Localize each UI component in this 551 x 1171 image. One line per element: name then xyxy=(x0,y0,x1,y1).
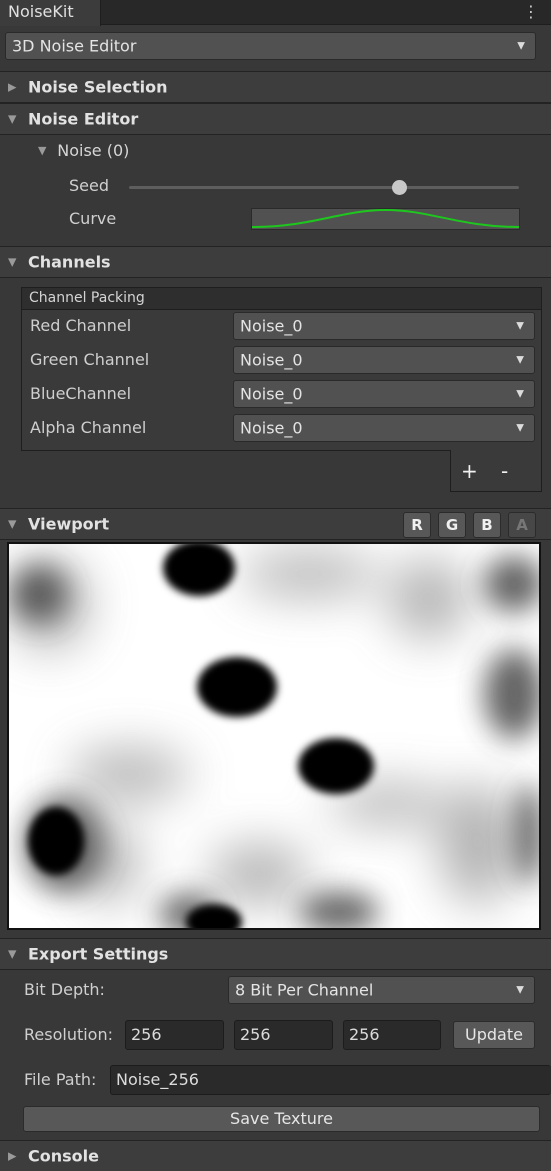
resolution-z-field[interactable]: 256 xyxy=(343,1020,441,1050)
red-channel-label: Red Channel xyxy=(30,316,132,335)
add-channel-button[interactable]: + xyxy=(461,459,478,483)
chevron-down-icon: ▼ xyxy=(516,422,524,434)
resolution-x-field[interactable]: 256 xyxy=(125,1020,224,1050)
chevron-down-icon: ▼ xyxy=(516,388,524,400)
blue-channel-dropdown[interactable]: Noise_0 ▼ xyxy=(233,380,535,408)
resolution-label: Resolution: xyxy=(24,1025,113,1044)
green-channel-dropdown[interactable]: Noise_0 ▼ xyxy=(233,346,535,374)
editor-mode-dropdown[interactable]: 3D Noise Editor ▼ xyxy=(5,32,536,60)
dropdown-value: Noise_0 xyxy=(240,350,303,370)
foldout-channels[interactable]: ▼ Channels xyxy=(0,246,551,278)
channel-toggle-b[interactable]: B xyxy=(473,512,501,538)
dropdown-value: Noise_0 xyxy=(240,418,303,438)
dropdown-value: Noise_0 xyxy=(240,384,303,404)
foldout-title: Console xyxy=(28,1146,99,1166)
dropdown-value: Noise_0 xyxy=(240,316,303,336)
update-button[interactable]: Update xyxy=(453,1021,535,1049)
chevron-down-icon: ▼ xyxy=(516,984,524,996)
foldout-viewport[interactable]: ▼ Viewport xyxy=(0,508,551,540)
expanded-triangle-icon: ▼ xyxy=(8,112,17,126)
channel-toggle-r[interactable]: R xyxy=(403,512,431,538)
noise-item-label: Noise (0) xyxy=(57,141,130,160)
alpha-channel-dropdown[interactable]: Noise_0 ▼ xyxy=(233,414,535,442)
channel-toggle-a[interactable]: A xyxy=(508,512,536,538)
blue-channel-label: BlueChannel xyxy=(30,384,132,403)
foldout-title: Export Settings xyxy=(28,944,169,964)
green-channel-label: Green Channel xyxy=(30,350,150,369)
expanded-triangle-icon: ▼ xyxy=(38,144,47,157)
bit-depth-value: 8 Bit Per Channel xyxy=(235,980,374,1000)
expanded-triangle-icon: ▼ xyxy=(8,517,17,531)
foldout-title: Noise Selection xyxy=(28,77,168,97)
curve-label: Curve xyxy=(69,209,117,228)
alpha-channel-label: Alpha Channel xyxy=(30,418,147,437)
noise-preview[interactable] xyxy=(7,542,541,930)
chevron-down-icon: ▼ xyxy=(516,354,524,366)
chevron-down-icon: ▼ xyxy=(516,320,524,332)
seed-slider[interactable] xyxy=(129,180,519,196)
save-texture-button[interactable]: Save Texture xyxy=(23,1106,540,1132)
channel-toggle-g[interactable]: G xyxy=(438,512,466,538)
seed-label: Seed xyxy=(69,176,109,195)
foldout-noise-selection[interactable]: ▶ Noise Selection xyxy=(0,71,551,103)
foldout-export-settings[interactable]: ▼ Export Settings xyxy=(0,938,551,970)
chevron-down-icon: ▼ xyxy=(517,40,525,52)
noise-preview-image xyxy=(9,544,539,928)
window-tab[interactable]: NoiseKit xyxy=(0,0,101,26)
remove-channel-button[interactable]: - xyxy=(501,459,508,483)
resolution-y-field[interactable]: 256 xyxy=(234,1020,333,1050)
foldout-console[interactable]: ▶ Console xyxy=(0,1140,551,1171)
expanded-triangle-icon: ▼ xyxy=(8,947,17,961)
channel-packing-title: Channel Packing xyxy=(29,290,145,306)
foldout-title: Channels xyxy=(28,252,111,272)
bit-depth-label: Bit Depth: xyxy=(24,980,105,999)
curve-field[interactable] xyxy=(251,208,520,230)
slider-thumb[interactable] xyxy=(392,180,407,195)
editor-mode-value: 3D Noise Editor xyxy=(12,36,137,56)
foldout-title: Viewport xyxy=(28,514,110,534)
expanded-triangle-icon: ▼ xyxy=(8,255,17,269)
noise-item-foldout[interactable]: ▼ Noise (0) xyxy=(38,141,129,163)
kebab-icon[interactable]: ⋮ xyxy=(523,2,539,21)
channel-packing-header: Channel Packing xyxy=(22,288,541,310)
file-path-label: File Path: xyxy=(24,1070,97,1089)
collapsed-triangle-icon: ▶ xyxy=(8,1149,17,1163)
collapsed-triangle-icon: ▶ xyxy=(8,80,17,94)
foldout-noise-editor[interactable]: ▼ Noise Editor xyxy=(0,103,551,135)
bit-depth-dropdown[interactable]: 8 Bit Per Channel ▼ xyxy=(228,976,535,1004)
curve-graph xyxy=(252,209,519,228)
foldout-title: Noise Editor xyxy=(28,109,139,129)
red-channel-dropdown[interactable]: Noise_0 ▼ xyxy=(233,312,535,340)
file-path-field[interactable]: Noise_256 xyxy=(110,1065,551,1095)
slider-track xyxy=(129,186,519,189)
